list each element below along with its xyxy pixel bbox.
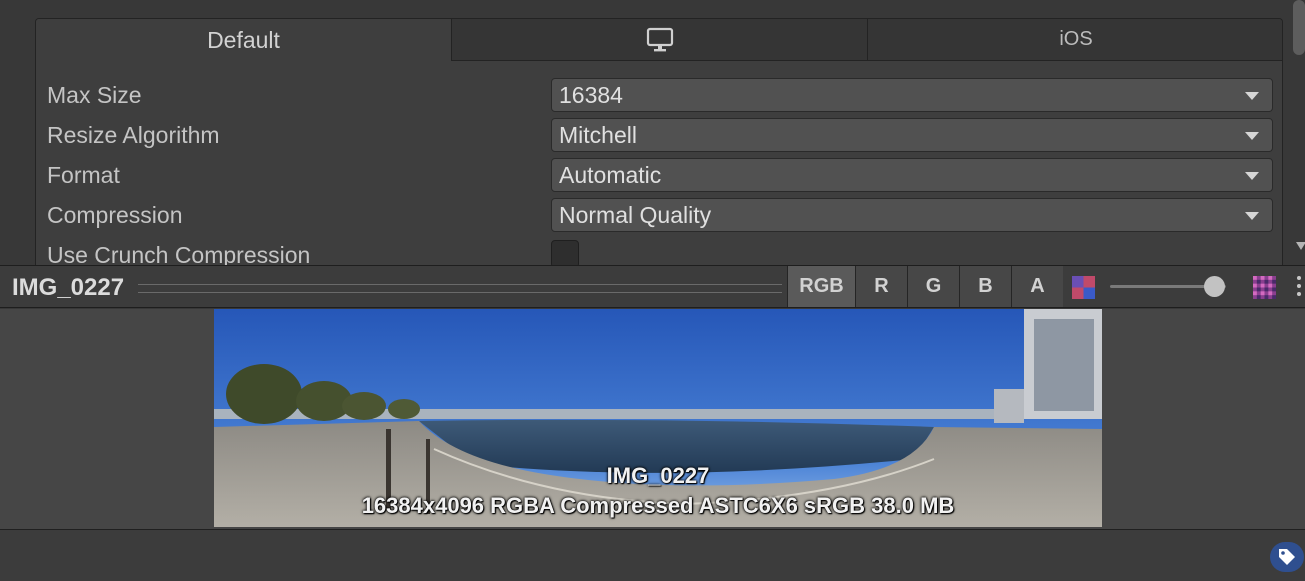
format-value: Automatic xyxy=(559,162,662,188)
tab-default[interactable]: Default xyxy=(36,19,452,61)
channel-b-button[interactable]: B xyxy=(959,266,1011,307)
preview-drag-handle[interactable] xyxy=(138,284,782,293)
monitor-icon xyxy=(646,27,673,51)
max-size-dropdown[interactable]: 16384 xyxy=(551,78,1273,112)
max-size-value: 16384 xyxy=(559,82,623,108)
tab-standalone[interactable] xyxy=(452,19,868,61)
preview-image-name: IMG_0227 xyxy=(606,463,710,488)
crunch-compression-checkbox[interactable] xyxy=(551,240,579,268)
scroll-down-icon[interactable] xyxy=(1296,242,1305,250)
channel-rgb-label: RGB xyxy=(799,275,844,297)
channel-r-label: R xyxy=(874,275,889,297)
import-settings-panel: Default iOS Max Size 16384 Resize Algori… xyxy=(35,18,1283,268)
channel-g-button[interactable]: G xyxy=(907,266,959,307)
compression-dropdown[interactable]: Normal Quality xyxy=(551,198,1273,232)
asset-labels-button[interactable] xyxy=(1270,542,1304,572)
format-label: Format xyxy=(47,162,120,188)
chevron-down-icon xyxy=(1245,132,1259,140)
preview-image-info: 16384x4096 RGBA Compressed ASTC6X6 sRGB … xyxy=(361,493,955,518)
channel-a-label: A xyxy=(1030,275,1045,297)
inspector-scrollbar-thumb[interactable] xyxy=(1293,0,1305,55)
preview-toolbar: IMG_0227 RGB R G B A xyxy=(0,265,1305,308)
texture-preview-image: IMG_0227 16384x4096 RGBA Compressed ASTC… xyxy=(214,309,1102,527)
channel-a-button[interactable]: A xyxy=(1011,266,1063,307)
max-size-label: Max Size xyxy=(47,82,142,108)
mip-slider-knob[interactable] xyxy=(1204,276,1226,297)
resize-algorithm-value: Mitchell xyxy=(559,122,637,148)
chevron-down-icon xyxy=(1245,172,1259,180)
tag-icon xyxy=(1279,549,1295,565)
preview-more-icon[interactable] xyxy=(1293,274,1305,300)
tab-default-label: Default xyxy=(207,26,280,53)
mip-high-icon xyxy=(1253,276,1276,299)
channel-r-button[interactable]: R xyxy=(855,266,907,307)
channel-rgb-button[interactable]: RGB xyxy=(787,266,855,307)
tab-ios[interactable]: iOS xyxy=(868,19,1282,61)
resize-algorithm-dropdown[interactable]: Mitchell xyxy=(551,118,1273,152)
preview-title: IMG_0227 xyxy=(12,274,125,301)
chevron-down-icon xyxy=(1245,212,1259,220)
format-dropdown[interactable]: Automatic xyxy=(551,158,1273,192)
resize-algorithm-label: Resize Algorithm xyxy=(47,122,220,148)
channel-g-label: G xyxy=(925,275,942,297)
channel-b-label: B xyxy=(978,275,993,297)
compression-label: Compression xyxy=(47,202,183,228)
mip-low-icon xyxy=(1072,276,1095,299)
compression-value: Normal Quality xyxy=(559,202,712,228)
tab-ios-label: iOS xyxy=(1059,28,1093,50)
bottom-bar xyxy=(0,529,1305,581)
chevron-down-icon xyxy=(1245,92,1259,100)
